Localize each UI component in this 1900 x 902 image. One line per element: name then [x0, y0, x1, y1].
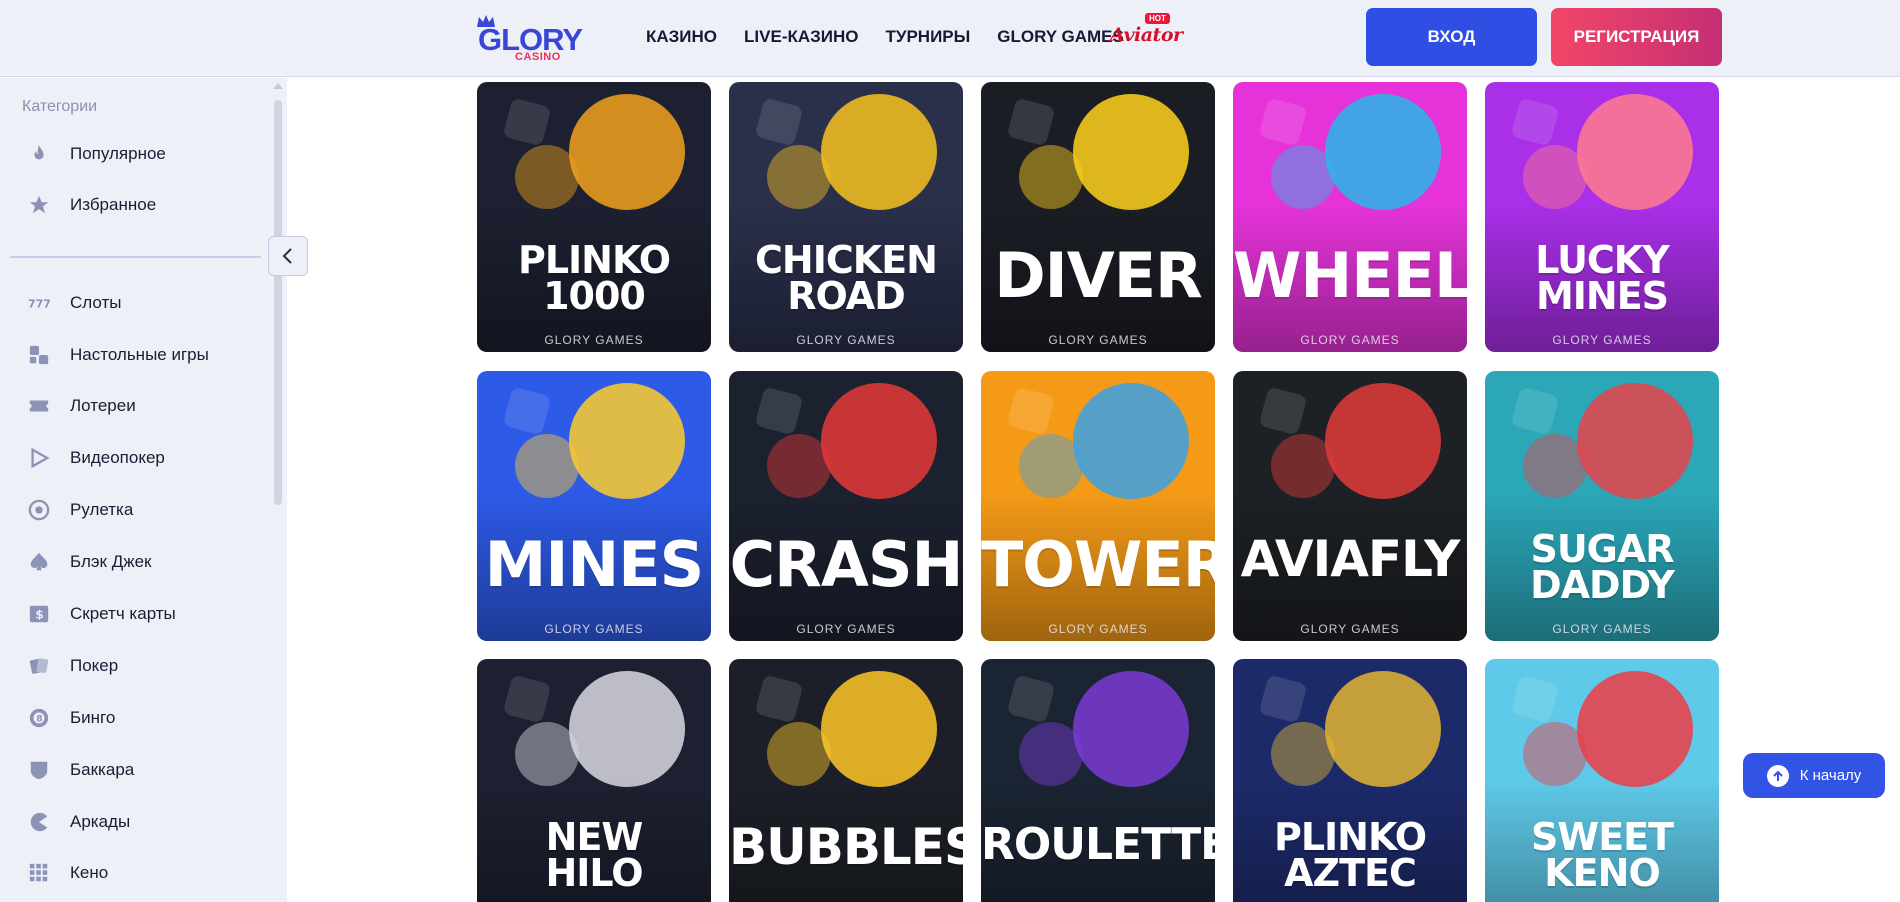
logo-subtext: CASINO	[515, 51, 561, 63]
game-title: NEW HILO	[545, 815, 643, 896]
game-title: SUGAR DADDY	[1530, 527, 1675, 608]
game-tile[interactable]: SUGAR DADDY GLORY GAMES	[1485, 371, 1719, 641]
nav-live-casino[interactable]: LIVE-КАЗИНО	[744, 26, 858, 48]
back-to-top-label: К началу	[1799, 767, 1862, 784]
game-tile[interactable]: SWEET KENO	[1485, 659, 1719, 902]
svg-text:$: $	[35, 608, 43, 622]
game-tile[interactable]: AVIAFLY GLORY GAMES	[1233, 371, 1467, 641]
sidebar-scrollbar[interactable]	[274, 100, 282, 505]
game-tile[interactable]: MINES GLORY GAMES	[477, 371, 711, 641]
chevron-left-icon	[282, 248, 292, 264]
sidebar-item-poker[interactable]: Покер	[27, 652, 118, 680]
sidebar-item-baccarat[interactable]: Баккара	[27, 756, 134, 784]
keno-grid-icon	[27, 861, 51, 885]
aviator-link[interactable]: Aviator HOT	[1110, 13, 1183, 47]
game-title: MINES	[484, 528, 705, 601]
game-provider: GLORY GAMES	[1300, 622, 1400, 636]
categories-heading: Категории	[22, 98, 98, 115]
game-title: BUBBLES	[729, 818, 963, 876]
sidebar-divider	[10, 256, 261, 258]
game-title: WHEEL	[1233, 239, 1467, 312]
aviator-logo: Aviator	[1110, 24, 1183, 46]
nav-glory-games[interactable]: GLORY GAMES	[997, 26, 1124, 48]
sidebar-item-videopoker[interactable]: Видеопокер	[27, 444, 165, 472]
game-tile[interactable]: TOWER GLORY GAMES	[981, 371, 1215, 641]
game-title: PLINKO AZTEC	[1273, 815, 1427, 896]
game-tile[interactable]: DIVER GLORY GAMES	[981, 82, 1215, 352]
sidebar-scroll-up[interactable]	[273, 83, 283, 89]
game-provider: GLORY GAMES	[1048, 333, 1148, 347]
game-title: AVIAFLY	[1240, 530, 1461, 588]
game-tile[interactable]: NEW HILO	[477, 659, 711, 902]
arrow-up-icon	[1766, 764, 1789, 787]
game-title: DIVER	[994, 239, 1203, 312]
game-provider: GLORY GAMES	[796, 622, 896, 636]
game-tile[interactable]: BUBBLES	[729, 659, 963, 902]
sidebar-item-bingo[interactable]: 8 Бинго	[27, 704, 115, 732]
sidebar-item-slots[interactable]: 777 Слоты	[27, 289, 121, 317]
game-provider: GLORY GAMES	[544, 622, 644, 636]
svg-text:8: 8	[36, 714, 42, 725]
sidebar-item-keno[interactable]: Кено	[27, 859, 108, 887]
game-tile[interactable]: PLINKO AZTEC	[1233, 659, 1467, 902]
hot-badge: HOT	[1145, 13, 1170, 24]
sidebar-item-roulette[interactable]: Рулетка	[27, 496, 133, 524]
game-tile[interactable]: ROULETTE	[981, 659, 1215, 902]
game-provider: GLORY GAMES	[1552, 622, 1652, 636]
sidebar-item-blackjack[interactable]: Блэк Джек	[27, 548, 152, 576]
play-icon	[27, 446, 51, 470]
game-title: PLINKO 1000	[517, 238, 671, 319]
game-provider: GLORY GAMES	[796, 333, 896, 347]
sidebar-item-popular[interactable]: Популярное	[27, 140, 166, 168]
cards-icon	[27, 654, 51, 678]
sidebar-item-arcades[interactable]: Аркады	[27, 808, 130, 836]
table-games-icon	[27, 343, 51, 367]
game-title: ROULETTE	[981, 819, 1215, 870]
game-title: CRASH	[729, 528, 963, 601]
pacman-icon	[27, 810, 51, 834]
slots-icon: 777	[27, 291, 51, 315]
game-title: SWEET KENO	[1530, 815, 1674, 896]
collapse-sidebar-button[interactable]	[268, 236, 308, 276]
game-title: LUCKY MINES	[1535, 238, 1670, 319]
sidebar-item-favorites[interactable]: Избранное	[27, 191, 156, 219]
sidebar-item-table-games[interactable]: Настольные игры	[27, 341, 209, 369]
login-button[interactable]: ВХОД	[1366, 8, 1537, 66]
svg-text:777: 777	[28, 298, 50, 311]
game-tile[interactable]: LUCKY MINES GLORY GAMES	[1485, 82, 1719, 352]
game-tile[interactable]: CHICKEN ROAD GLORY GAMES	[729, 82, 963, 352]
bingo-icon: 8	[27, 706, 51, 730]
sidebar-item-scratch-cards[interactable]: $ Скретч карты	[27, 600, 176, 628]
star-icon	[27, 193, 51, 217]
scratch-card-icon: $	[27, 602, 51, 626]
category-sidebar: Категории Популярное Избранное 777 Слоты…	[0, 78, 287, 902]
nav-casino[interactable]: КАЗИНО	[646, 26, 717, 48]
game-provider: GLORY GAMES	[1300, 333, 1400, 347]
sidebar-item-lotteries[interactable]: Лотереи	[27, 392, 136, 420]
games-grid: PLINKO 1000 GLORY GAMES CHICKEN ROAD GLORY …	[477, 82, 1719, 902]
game-provider: GLORY GAMES	[544, 333, 644, 347]
game-provider: GLORY GAMES	[1552, 333, 1652, 347]
top-header: GLORY CASINO КАЗИНО LIVE-КАЗИНО ТУРНИРЫ …	[0, 0, 1900, 77]
back-to-top-button[interactable]: К началу	[1743, 753, 1885, 798]
game-title: CHICKEN ROAD	[755, 238, 938, 319]
roulette-icon	[27, 498, 51, 522]
spade-icon	[27, 550, 51, 574]
game-tile[interactable]: PLINKO 1000 GLORY GAMES	[477, 82, 711, 352]
fire-icon	[27, 142, 51, 166]
game-title: TOWER	[981, 528, 1215, 601]
game-tile[interactable]: WHEEL GLORY GAMES	[1233, 82, 1467, 352]
glory-casino-logo[interactable]: GLORY CASINO	[477, 14, 583, 63]
ticket-icon	[27, 394, 51, 418]
main-nav: КАЗИНО LIVE-КАЗИНО ТУРНИРЫ GLORY GAMES	[646, 26, 1151, 48]
register-button[interactable]: РЕГИСТРАЦИЯ	[1551, 8, 1722, 66]
nav-tournaments[interactable]: ТУРНИРЫ	[886, 26, 971, 48]
game-provider: GLORY GAMES	[1048, 622, 1148, 636]
baccarat-icon	[27, 758, 51, 782]
game-tile[interactable]: CRASH GLORY GAMES	[729, 371, 963, 641]
